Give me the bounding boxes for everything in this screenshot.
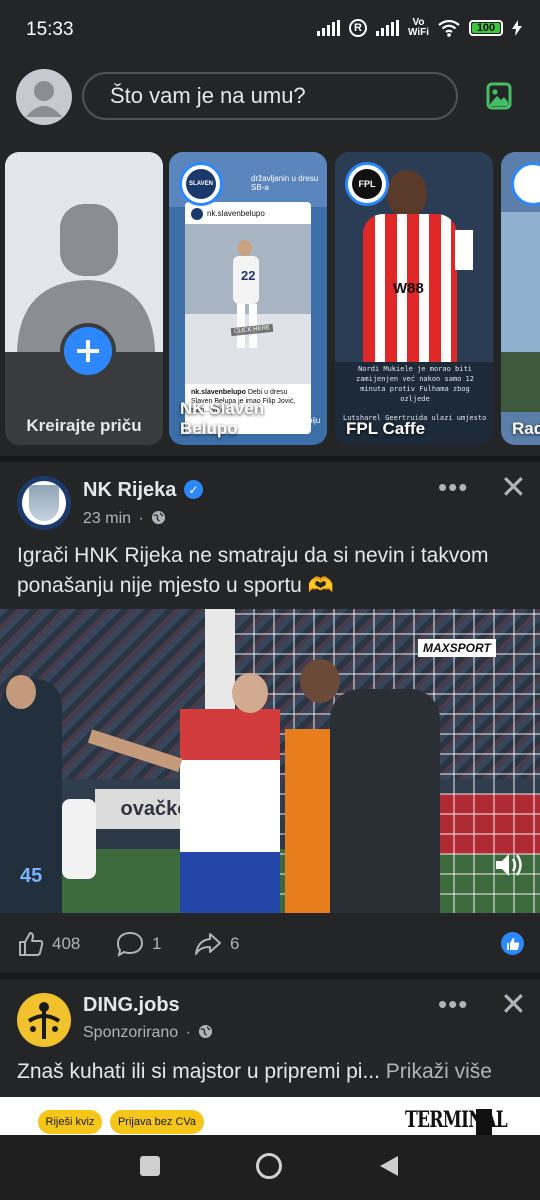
page-name[interactable]: NK Rijeka — [83, 479, 176, 502]
close-icon[interactable]: ✕ — [500, 471, 527, 503]
globe-icon — [152, 510, 166, 525]
volte-wifi-label: Vo WiFi — [407, 17, 429, 38]
card-avatar — [191, 208, 203, 220]
story-create[interactable]: Kreirajte priču — [5, 152, 163, 445]
status-time: 15:33 — [26, 19, 74, 40]
composer-placeholder: Što vam je na umu? — [110, 83, 306, 108]
advertiser-name[interactable]: DING.jobs — [83, 994, 180, 1017]
share-count: 6 — [230, 934, 240, 953]
rijeka-crest — [22, 481, 66, 525]
post-text: Igrači HNK Rijeka ne smatraju da si nevi… — [17, 544, 489, 597]
back-icon[interactable] — [378, 1155, 400, 1177]
story-create-label: Kreirajte priču — [26, 416, 142, 435]
profile-avatar[interactable] — [16, 69, 72, 125]
post-video[interactable]: ovačko 45 MAXSPORT — [0, 609, 540, 913]
story-caption: Nordi Mukiele je morao biti zamijenjen v… — [355, 365, 474, 403]
player-left-head — [6, 675, 36, 709]
battery-level: 100 — [476, 22, 496, 34]
photo-icon[interactable] — [486, 82, 512, 115]
ding-logo-icon — [27, 1002, 61, 1039]
feed-divider — [0, 973, 540, 979]
wifi-icon — [438, 19, 460, 37]
ad-apply-button[interactable]: Prijava bez CVa — [110, 1110, 204, 1134]
composer-input[interactable]: Što vam je na umu? — [82, 72, 458, 120]
sponsored-text: Znaš kuhati ili si majstor u pripremi pi… — [17, 1060, 492, 1083]
story-header-text: državljanin u dresu SB-a — [251, 174, 319, 192]
battery-icon: 100 — [469, 20, 503, 36]
story-photo-ground — [501, 352, 540, 412]
share-button[interactable]: 6 — [194, 932, 239, 956]
card-account: nk.slavenbelupo — [207, 209, 265, 218]
close-icon[interactable]: ✕ — [500, 988, 527, 1020]
fpl-logo: FPL — [352, 169, 382, 199]
post-time: 23 min · — [83, 510, 166, 528]
story-rad[interactable]: Rad — [501, 152, 540, 445]
player-number: 45 — [20, 865, 43, 887]
story-name: NK Slaven Belupo — [180, 399, 265, 438]
volume-icon[interactable] — [494, 852, 524, 878]
player-head — [238, 240, 252, 256]
more-options-icon[interactable]: ••• — [438, 991, 468, 1017]
shirt-sponsor: W88 — [393, 280, 424, 297]
ad-quiz-button[interactable]: Riješi kviz — [38, 1110, 102, 1134]
system-nav-bar — [0, 1135, 540, 1200]
plus-icon[interactable] — [60, 323, 116, 379]
story-create-photo — [5, 152, 163, 352]
sponsored-label: Sponzorirano · — [83, 1024, 213, 1042]
see-more-link[interactable]: Prikaži više — [386, 1060, 492, 1083]
terminal-logo-mark — [476, 1109, 492, 1135]
story-name: FPL Caffe — [346, 419, 426, 438]
signal-icon — [375, 20, 399, 36]
story-name: Rad — [512, 419, 540, 438]
nk-rijeka-avatar[interactable] — [17, 476, 71, 530]
story-photo — [501, 212, 540, 362]
signal-icon — [316, 20, 340, 36]
rijeka-crest-shield — [29, 485, 59, 521]
roaming-icon: R — [348, 19, 367, 37]
maxsport-watermark: MAXSPORT — [418, 639, 496, 657]
like-count: 408 — [52, 934, 81, 953]
player-head — [232, 673, 268, 713]
default-avatar-icon — [26, 81, 62, 117]
slaven-logo: SLAVEN — [186, 169, 216, 199]
comment-button[interactable]: 1 — [116, 931, 161, 957]
share-icon — [195, 933, 221, 955]
player-head — [387, 170, 427, 218]
player-red-white — [180, 709, 280, 913]
story-avatar — [511, 162, 540, 206]
shirt-badge — [455, 230, 473, 270]
like-button[interactable]: 408 — [18, 931, 80, 957]
more-options-icon[interactable]: ••• — [438, 474, 468, 500]
ding-jobs-avatar[interactable] — [17, 993, 71, 1047]
reactions-bar: 408 1 6 — [0, 925, 540, 963]
home-icon[interactable] — [256, 1153, 282, 1179]
story-avatar: FPL — [345, 162, 389, 206]
like-icon — [19, 932, 44, 956]
story-slaven-belupo[interactable]: državljanin u dresu SB-a nk.slavenbelupo… — [169, 152, 327, 445]
like-reaction-icon — [501, 932, 524, 955]
story-avatar: SLAVEN — [179, 162, 223, 206]
comment-icon — [116, 931, 144, 957]
ad-banner[interactable]: Riješi kviz Prijava bez CVa TERMINAL — [0, 1097, 540, 1135]
keeper-dark — [330, 689, 440, 913]
story-fpl-caffe[interactable]: W88 Nordi Mukiele je morao biti zamijenj… — [335, 152, 493, 445]
recent-apps-icon[interactable] — [140, 1156, 160, 1176]
jersey-number: 22 — [241, 268, 256, 283]
snow-ground — [185, 314, 311, 384]
comment-count: 1 — [152, 934, 162, 953]
status-bar: 15:33 R Vo WiFi 100 — [0, 0, 540, 60]
feed-divider — [0, 456, 540, 462]
status-icons: R Vo WiFi 100 — [316, 17, 522, 38]
globe-icon — [199, 1024, 213, 1039]
verified-icon: ✓ — [184, 480, 203, 499]
charging-icon — [512, 20, 522, 36]
keeper-head — [300, 659, 340, 703]
player-background — [62, 799, 96, 879]
card-photo: 22 CLICK HERE — [185, 224, 311, 384]
